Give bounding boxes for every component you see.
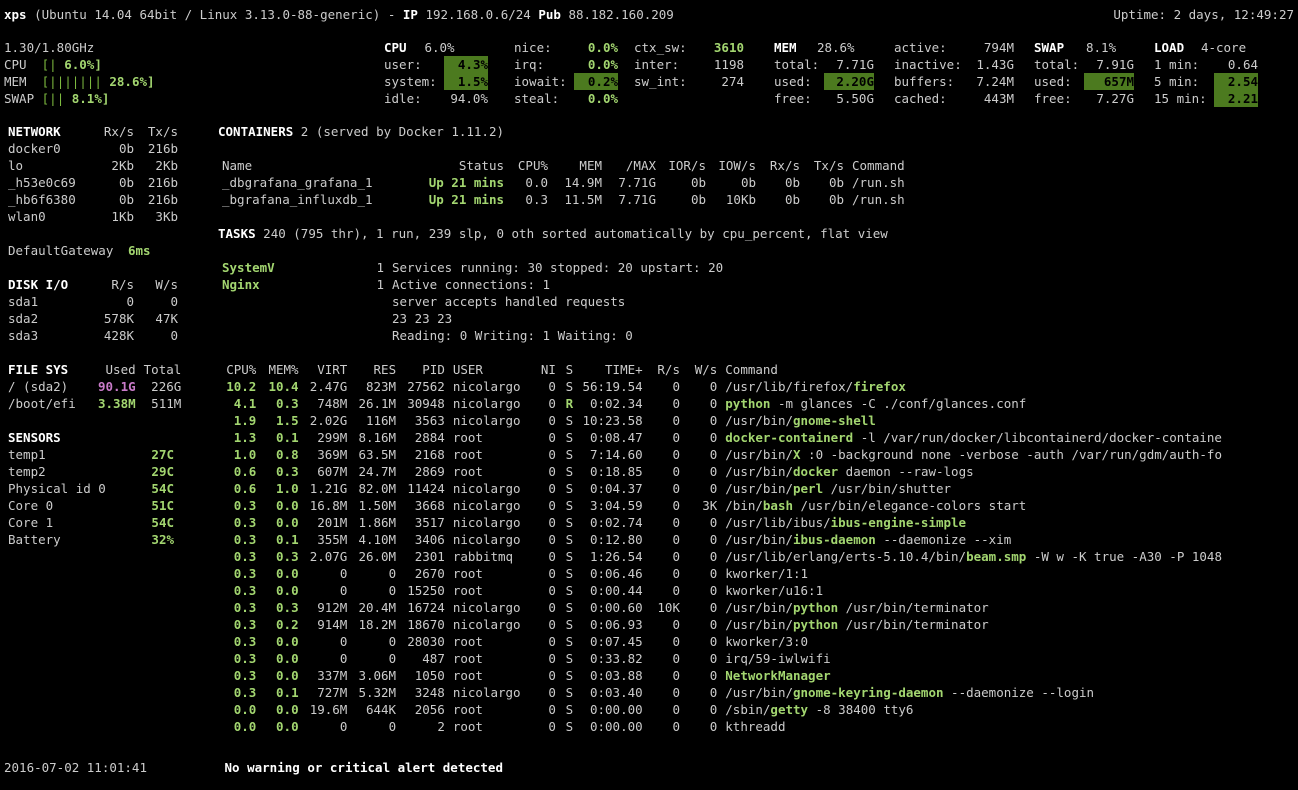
- left-sidebar: NETWORKRx/sTx/s docker00b216blo2Kb2Kb_h5…: [4, 123, 194, 735]
- os-info: (Ubuntu 14.04 64bit / Linux 3.13.0-88-ge…: [34, 7, 403, 22]
- mem-panel-2: active:794Minactive:1.43Gbuffers:7.24Mca…: [894, 39, 1034, 107]
- quicklook-panel: 1.30/1.80GHz CPU [| 6.0%] MEM [||||||| 2…: [4, 39, 384, 107]
- containers-table: NameStatusCPU%MEM/MAXIOR/sIOW/sRx/sTx/sC…: [218, 157, 1048, 208]
- process-table: CPU%MEM%VIRTRESPIDUSERNISTIME+R/sW/sComm…: [218, 361, 1294, 735]
- network-table: NETWORKRx/sTx/s docker00b216blo2Kb2Kb_h5…: [4, 123, 182, 225]
- footer-bar: 2016-07-02 11:01:41 No warning or critic…: [4, 759, 1294, 776]
- main-panel: CONTAINERS 2 (served by Docker 1.11.2) N…: [218, 123, 1294, 735]
- cpu-panel: CPU6.0% user:4.3%system:1.5%idle:94.0%: [384, 39, 514, 107]
- ip-value: 192.168.0.6/24: [425, 7, 530, 22]
- hostname: xps: [4, 7, 27, 22]
- ip-label: IP: [403, 7, 418, 22]
- diskio-table: DISK I/OR/sW/s sda100sda2578K47Ksda3428K…: [4, 276, 182, 344]
- mem-panel: MEM28.6% total:7.71Gused:2.20Gfree:5.50G: [774, 39, 894, 107]
- cpu-freq: 1.30/1.80GHz: [4, 39, 384, 56]
- amps-table: SystemV1Services running: 30 stopped: 20…: [218, 259, 727, 344]
- uptime: Uptime: 2 days, 12:49:27: [1113, 6, 1294, 23]
- containers-header: CONTAINERS 2 (served by Docker 1.11.2): [218, 123, 1294, 140]
- cpu-panel-2: nice:0.0%irq:0.0%iowait:0.2%steal:0.0%: [514, 39, 634, 107]
- load-panel: LOAD4-core 1 min:0.645 min:2.5415 min:2.…: [1154, 39, 1294, 107]
- cpu-panel-3: ctx_sw:3610inter:1198sw_int:274: [634, 39, 774, 107]
- swap-panel: SWAP8.1% total:7.91Gused:657Mfree:7.27G: [1034, 39, 1154, 107]
- top-stats: 1.30/1.80GHz CPU [| 6.0%] MEM [||||||| 2…: [4, 39, 1294, 107]
- default-gateway: DefaultGateway: [4, 242, 124, 259]
- alert-status: No warning or critical alert detected: [225, 760, 503, 775]
- pub-label: Pub: [538, 7, 561, 22]
- tasks-header: TASKS 240 (795 thr), 1 run, 239 slp, 0 o…: [218, 225, 1294, 242]
- timestamp: 2016-07-02 11:01:41: [4, 760, 147, 775]
- sensors-table: SENSORS temp127Ctemp229CPhysical id 054C…: [4, 429, 178, 548]
- pub-value: 88.182.160.209: [568, 7, 673, 22]
- filesys-table: FILE SYSUsedTotal / (sda2)90.1G226G/boot…: [4, 361, 185, 412]
- header-bar: xps (Ubuntu 14.04 64bit / Linux 3.13.0-8…: [4, 6, 1294, 23]
